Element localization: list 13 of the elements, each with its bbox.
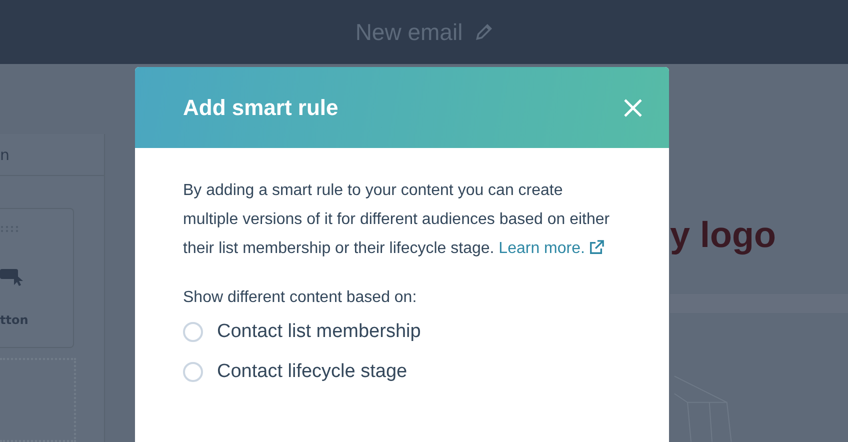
option-label[interactable]: Contact list membership xyxy=(217,321,421,343)
modal-title: Add smart rule xyxy=(183,94,338,120)
learn-more-link[interactable]: Learn more. xyxy=(498,240,585,257)
description-text: By adding a smart rule to your content you can create multiple versions of it for different audiences based on either their list membership or their lifecycle stage. Learn more. xyxy=(183,181,611,259)
option-label[interactable]: Contact lifecycle stage xyxy=(217,361,408,383)
radio-button[interactable] xyxy=(183,322,203,342)
question-label: Show different content based on: xyxy=(183,289,418,307)
logo-placeholder-text: y logo xyxy=(670,214,777,256)
button-cursor-icon xyxy=(0,267,24,287)
radio-button[interactable] xyxy=(183,362,203,382)
pencil-icon[interactable] xyxy=(474,23,493,41)
close-button[interactable] xyxy=(623,98,643,118)
external-link-icon[interactable] xyxy=(589,240,604,255)
